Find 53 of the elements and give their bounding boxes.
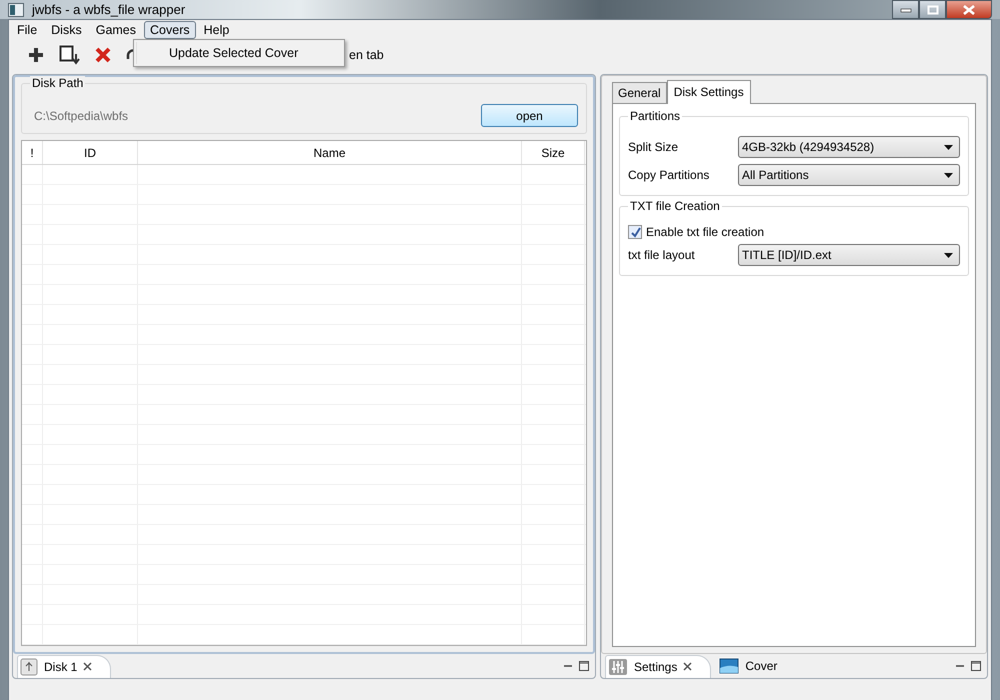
caret-icon	[944, 144, 953, 150]
usb-icon	[20, 658, 38, 676]
menu-item[interactable]: Covers	[144, 21, 196, 39]
delete-icon[interactable]	[95, 47, 111, 63]
minimize-button[interactable]	[892, 0, 919, 19]
dropdown-field[interactable]: 4GB-32kb (4294934528)	[738, 136, 960, 158]
column-header[interactable]: !	[22, 141, 43, 164]
disk-path-value: C:\Softpedia\wbfs	[34, 108, 128, 122]
group-title: Disk Path	[30, 76, 86, 90]
menu-item[interactable]: Help	[198, 21, 236, 39]
page-tab[interactable]: Disk Settings	[666, 80, 751, 104]
plus-icon[interactable]	[27, 46, 45, 64]
column-header[interactable]: ID	[43, 141, 138, 164]
view-tab[interactable]: Disk 1	[17, 654, 112, 678]
column-header[interactable]: Size	[522, 141, 585, 164]
dropdown-field[interactable]: TITLE [ID]/ID.ext	[738, 244, 960, 266]
tab-label: Disk 1	[44, 660, 78, 674]
disk-arrow-icon[interactable]	[59, 45, 81, 65]
app-icon	[8, 2, 24, 16]
menu-option[interactable]: Update Selected Cover	[136, 42, 342, 64]
view-tab[interactable]: Cover	[717, 656, 796, 676]
close-icon[interactable]	[83, 662, 92, 671]
toolbar-label: en tab	[349, 48, 384, 62]
menu-item[interactable]: File	[11, 21, 44, 39]
close-icon[interactable]	[683, 662, 692, 671]
minimize-icon	[900, 6, 912, 12]
close-button[interactable]	[946, 0, 992, 19]
maximize-icon	[926, 4, 938, 14]
maximize-button[interactable]	[919, 0, 946, 19]
group-title: TXT file Creation	[628, 199, 722, 213]
caret-icon	[944, 172, 953, 178]
image-icon	[719, 658, 740, 674]
view-tab[interactable]: Settings	[605, 654, 712, 678]
tab-label: Cover	[745, 659, 778, 673]
dropdown-field[interactable]: All Partitions	[738, 164, 960, 186]
window-title: jwbfs - a wbfs_file wrapper	[32, 2, 186, 17]
field-label: txt file layout	[628, 248, 696, 262]
close-icon	[962, 4, 976, 14]
tab-label: Settings	[634, 660, 678, 674]
column-header[interactable]: Name	[138, 141, 522, 164]
sliders-icon	[608, 658, 628, 676]
group-title: Partitions	[628, 109, 682, 123]
maximize-icon[interactable]	[579, 661, 589, 671]
open-button[interactable]: open	[481, 104, 578, 127]
maximize-icon[interactable]	[971, 661, 981, 671]
menu-item[interactable]: Disks	[45, 21, 88, 39]
caret-icon	[944, 252, 953, 258]
checkbox[interactable]	[628, 225, 642, 239]
field-label: Split Size	[628, 140, 680, 154]
checkbox-label: Enable txt file creation	[646, 225, 764, 239]
field-label: Copy Partitions	[628, 168, 710, 182]
menu-item[interactable]: Games	[90, 21, 142, 39]
page-tab[interactable]: General	[612, 82, 667, 103]
